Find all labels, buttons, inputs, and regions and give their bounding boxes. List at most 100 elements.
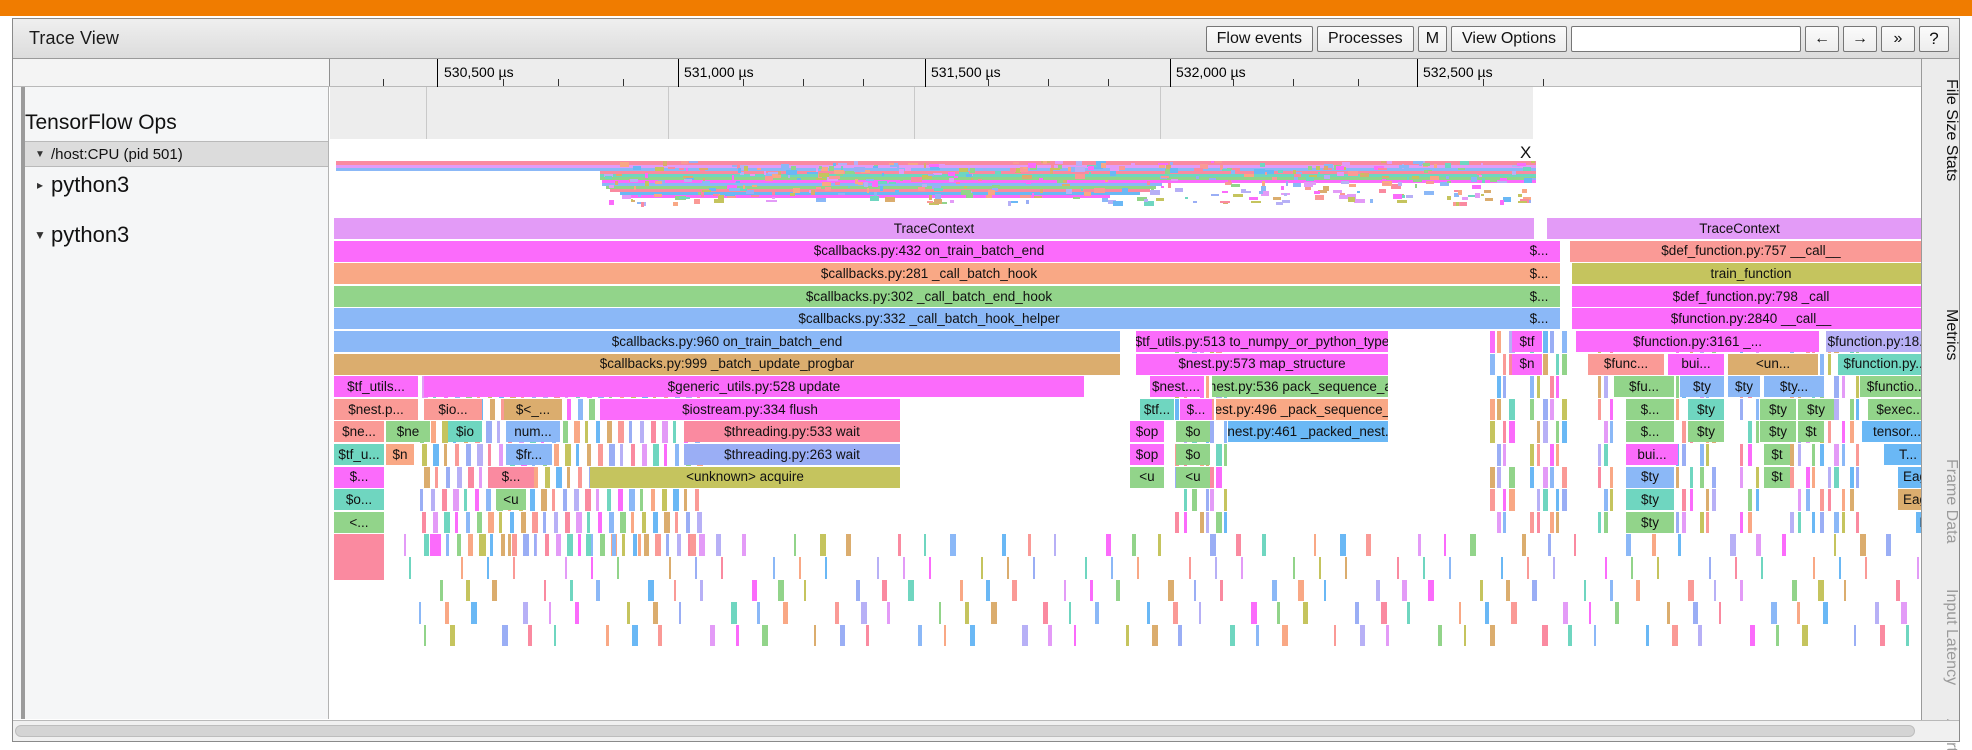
flame-slice[interactable] <box>1792 579 1797 602</box>
flame-slice[interactable] <box>1537 511 1540 534</box>
flame-slice[interactable] <box>444 511 450 534</box>
sampled-slice[interactable] <box>1475 193 1480 198</box>
sampled-slice[interactable] <box>1119 166 1125 170</box>
flame-slice[interactable] <box>1530 376 1534 398</box>
flame-slice[interactable] <box>664 511 670 534</box>
flame-slice[interactable] <box>556 466 562 489</box>
sampled-slice[interactable] <box>771 190 776 195</box>
sampled-slice[interactable] <box>1397 200 1408 203</box>
flame-slice[interactable] <box>1839 557 1841 579</box>
flame-block[interactable]: $tf <box>1512 331 1542 352</box>
sampled-slice[interactable] <box>815 178 826 180</box>
flame-slice[interactable] <box>1366 534 1371 556</box>
flame-block[interactable]: $function.py... <box>1838 353 1921 375</box>
sampled-slice[interactable] <box>1075 161 1082 166</box>
flame-slice[interactable] <box>757 602 760 624</box>
flame-slice[interactable] <box>1503 421 1506 443</box>
flame-slice[interactable] <box>1497 511 1501 534</box>
flame-slice[interactable] <box>699 534 705 556</box>
flame-slice[interactable] <box>1844 579 1846 602</box>
thread-row-python3-expanded[interactable]: ▼ python3 <box>25 219 328 251</box>
horizontal-scrollbar[interactable] <box>13 720 1959 741</box>
sampled-slice[interactable] <box>1370 199 1373 203</box>
sampled-slice[interactable] <box>1516 163 1526 166</box>
flame-slice[interactable] <box>918 624 922 647</box>
flame-slice[interactable] <box>574 489 579 511</box>
flame-slice[interactable] <box>1256 624 1259 647</box>
flame-slice[interactable] <box>424 624 426 647</box>
sampled-slice[interactable] <box>1194 168 1203 172</box>
sampled-slice[interactable] <box>668 167 675 169</box>
flame-slice[interactable] <box>1175 398 1179 421</box>
flame-slice[interactable] <box>1574 534 1576 556</box>
flame-slice[interactable] <box>1556 376 1559 398</box>
flame-slice[interactable] <box>431 421 436 443</box>
sampled-slice[interactable] <box>977 179 982 181</box>
flame-slice[interactable] <box>1812 466 1815 489</box>
flame-slice[interactable] <box>1210 534 1216 556</box>
flame-slice[interactable] <box>1750 624 1755 647</box>
flame-slice[interactable] <box>1199 602 1201 624</box>
flame-slice[interactable] <box>653 511 658 534</box>
sampled-slice[interactable] <box>1315 166 1321 170</box>
sampled-slice[interactable] <box>1231 170 1236 174</box>
flame-slice[interactable] <box>970 624 975 647</box>
flame-slice[interactable] <box>600 534 605 556</box>
flame-block[interactable]: $callbacks.py:332 _call_batch_hook_helpe… <box>334 308 1524 330</box>
flame-slice[interactable] <box>1790 466 1794 489</box>
flame-slice[interactable] <box>1798 444 1801 466</box>
sampled-slice[interactable] <box>889 182 897 184</box>
sampled-slice[interactable] <box>645 181 650 186</box>
flame-slice[interactable] <box>651 489 655 511</box>
flame-slice[interactable] <box>552 489 555 511</box>
flame-slice[interactable] <box>1604 421 1608 443</box>
flame-slice[interactable] <box>598 511 602 534</box>
sampled-slice[interactable] <box>1249 197 1259 200</box>
flame-slice[interactable] <box>1543 331 1548 353</box>
flame-slice[interactable] <box>1293 557 1295 579</box>
sampled-slice[interactable] <box>633 166 641 170</box>
sampled-slice[interactable] <box>1075 174 1085 179</box>
sampled-slice[interactable] <box>1392 194 1402 199</box>
sampled-slice[interactable] <box>969 168 975 173</box>
flame-block[interactable]: $function.py:18... <box>1826 331 1921 352</box>
flame-slice[interactable] <box>585 421 588 443</box>
flame-slice[interactable] <box>464 489 467 511</box>
flame-slice[interactable] <box>1497 331 1501 353</box>
sampled-slice[interactable] <box>873 166 879 168</box>
flame-slice[interactable] <box>1485 602 1489 624</box>
flame-slice[interactable] <box>422 511 426 534</box>
flame-slice[interactable] <box>1215 557 1217 579</box>
sampled-slice[interactable] <box>933 199 943 204</box>
flame-slice[interactable] <box>1490 466 1495 489</box>
flame-slice[interactable] <box>563 421 568 443</box>
sampled-slice[interactable] <box>1382 176 1390 178</box>
flame-slice[interactable] <box>986 579 990 602</box>
sampled-slice[interactable] <box>1472 185 1482 189</box>
flame-slice[interactable] <box>512 534 517 556</box>
flame-slice[interactable] <box>1604 444 1608 466</box>
flame-slice[interactable] <box>1688 579 1694 602</box>
flame-slice[interactable] <box>1381 602 1387 624</box>
sampled-slice[interactable] <box>679 197 691 199</box>
flame-slice[interactable] <box>499 444 503 466</box>
sampled-slice[interactable] <box>1317 172 1320 176</box>
flame-slice[interactable] <box>642 511 646 534</box>
flame-slice[interactable] <box>1776 624 1779 647</box>
chevron-right-icon[interactable]: ▸ <box>33 178 47 192</box>
flame-slice[interactable] <box>523 602 528 624</box>
sampled-slice[interactable] <box>729 188 741 191</box>
flame-slice[interactable] <box>1501 557 1503 579</box>
flame-slice[interactable] <box>1605 557 1607 579</box>
flame-slice[interactable] <box>586 534 591 556</box>
flame-slice[interactable] <box>1397 557 1399 579</box>
flame-slice[interactable] <box>664 444 667 466</box>
flame-slice[interactable] <box>653 602 658 624</box>
sampled-slice[interactable] <box>685 168 689 171</box>
flame-slice[interactable] <box>475 489 479 511</box>
sampled-slice[interactable] <box>1461 197 1468 200</box>
sampled-slice[interactable] <box>1072 197 1081 199</box>
flame-slice[interactable] <box>742 534 746 556</box>
flame-slice[interactable] <box>965 602 969 624</box>
flame-slice[interactable] <box>1537 444 1540 466</box>
